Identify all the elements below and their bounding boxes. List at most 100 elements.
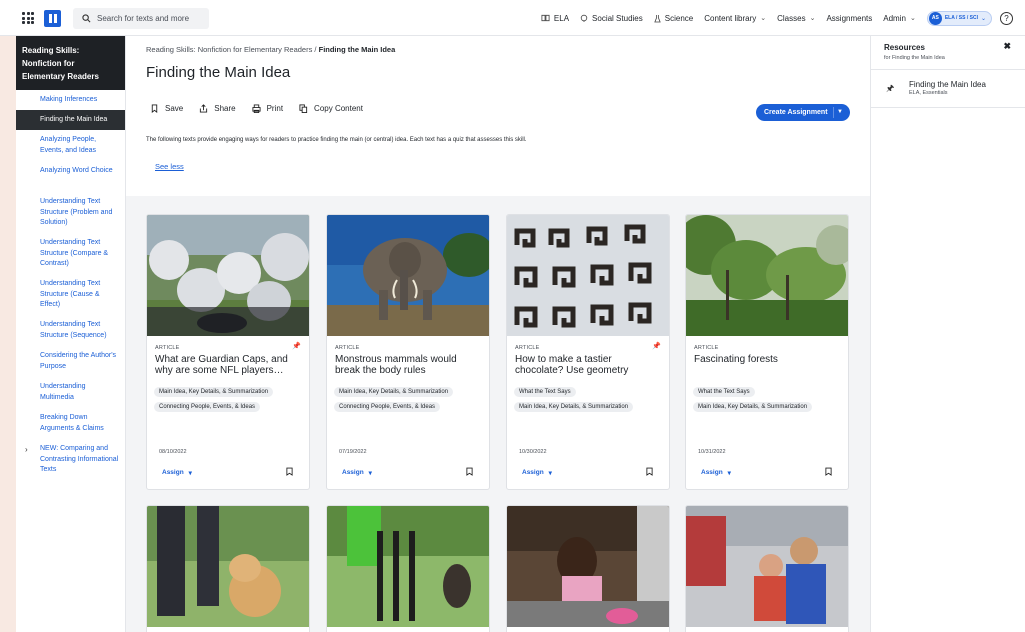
article-card[interactable]: ARTICLE Monstrous mammals would break th…: [326, 214, 490, 490]
sidebar-item[interactable]: Understanding Text Structure (Problem an…: [16, 192, 125, 233]
sidebar-item-label: Considering the Author's Purpose: [40, 352, 117, 370]
user-menu[interactable]: AS ELA / SS / SCI ⌄: [926, 10, 992, 26]
bookmark-icon[interactable]: [825, 467, 832, 476]
bookmark-icon[interactable]: [646, 467, 653, 476]
card-title[interactable]: Fascinating forests: [694, 354, 840, 366]
bookmark-icon[interactable]: [466, 467, 473, 476]
search-icon: [82, 14, 91, 23]
sidebar-item-label: Understanding Text Structure (Sequence): [40, 321, 107, 339]
cards-grid: ARTICLE 📌 What are Guardian Caps, and wh…: [126, 196, 870, 632]
nav-ela-label: ELA: [553, 13, 570, 23]
article-card[interactable]: [146, 505, 310, 632]
card-type: ARTICLE: [155, 345, 180, 351]
card-date: 10/30/2022: [519, 449, 547, 455]
pin-icon[interactable]: 📌: [652, 342, 661, 350]
article-card[interactable]: [685, 505, 849, 632]
close-icon[interactable]: ✖: [1003, 41, 1011, 52]
sidebar-item-label: Understanding Multimedia: [40, 383, 86, 401]
caret-down-icon[interactable]: ▼: [837, 109, 843, 115]
description: The following texts provide engaging way…: [146, 137, 527, 143]
resource-item[interactable]: 🖈 Finding the Main Idea ELA, Essentials: [871, 70, 1025, 108]
card-title[interactable]: What are Guardian Caps, and why are some…: [155, 354, 301, 376]
nav-science[interactable]: Science: [654, 14, 693, 23]
sidebar-item-label: NEW: Comparing and Contrasting Informati…: [40, 445, 119, 473]
skill-tag: Main Idea, Key Details, & Summarization: [154, 387, 274, 397]
sidebar: Reading Skills: Nonfiction for Elementar…: [16, 36, 126, 632]
pin-icon[interactable]: 📌: [292, 342, 301, 350]
article-card[interactable]: [506, 505, 670, 632]
nav-admin[interactable]: Admin ⌄: [883, 14, 916, 23]
print-button[interactable]: Print: [252, 104, 283, 113]
assign-button[interactable]: Assign ▾: [701, 469, 731, 477]
sidebar-item-label: Making Inferences: [40, 96, 98, 103]
header-section: Reading Skills: Nonfiction for Elementar…: [126, 36, 870, 196]
flask-icon: [654, 14, 661, 22]
card-title[interactable]: How to make a tastier chocolate? Use geo…: [515, 354, 661, 376]
nav-classes[interactable]: Classes ⌄: [777, 14, 815, 23]
card-date: 08/10/2022: [159, 449, 187, 455]
share-label: Share: [214, 104, 236, 113]
search-box[interactable]: [73, 8, 209, 29]
search-input[interactable]: [97, 14, 207, 23]
breadcrumb-parent[interactable]: Reading Skills: Nonfiction for Elementar…: [146, 45, 312, 54]
article-card[interactable]: ARTICLE 📌 What are Guardian Caps, and wh…: [146, 214, 310, 490]
sidebar-item[interactable]: Understanding Multimedia: [16, 377, 125, 408]
nav-content-library[interactable]: Content library ⌄: [704, 14, 766, 23]
globe-icon: [580, 14, 588, 22]
print-label: Print: [266, 104, 284, 113]
resources-title: Resources: [884, 43, 925, 52]
sidebar-item[interactable]: Analyzing People, Events, and Ideas: [16, 130, 125, 161]
help-icon[interactable]: ?: [1000, 11, 1013, 25]
share-button[interactable]: Share: [199, 104, 236, 113]
book-icon: [541, 14, 550, 22]
skill-tag: Main Idea, Key Details, & Summarization: [693, 402, 813, 412]
sidebar-item[interactable]: Breaking Down Arguments & Claims: [16, 408, 125, 439]
page-title: Finding the Main Idea: [146, 64, 291, 81]
bookmark-icon[interactable]: [286, 467, 293, 476]
save-button[interactable]: Save: [150, 104, 183, 113]
sidebar-item[interactable]: NEW: Comparing and Contrasting Informati…: [16, 439, 125, 480]
skill-tag: Main Idea, Key Details, & Summarization: [334, 387, 454, 397]
nav-social-studies[interactable]: Social Studies: [580, 14, 643, 23]
nav-content-library-label: Content library: [704, 13, 757, 23]
sidebar-item[interactable]: Making Inferences: [16, 90, 125, 110]
assign-button[interactable]: Assign ▾: [522, 469, 552, 477]
caret-down-icon: ▾: [727, 470, 731, 477]
sidebar-item[interactable]: Understanding Text Structure (Sequence): [16, 315, 125, 346]
skill-tag: What the Text Says: [693, 387, 755, 397]
action-bar: Save Share Print Copy Content: [150, 104, 363, 113]
sidebar-item[interactable]: Analyzing Word Choice: [16, 161, 125, 192]
nav-social-studies-label: Social Studies: [592, 13, 643, 23]
sidebar-item[interactable]: Considering the Author's Purpose: [16, 346, 125, 377]
article-card[interactable]: ARTICLE 📌 How to make a tastier chocolat…: [506, 214, 670, 490]
sidebar-item[interactable]: Understanding Text Structure (Compare & …: [16, 233, 125, 274]
sidebar-item[interactable]: Finding the Main Idea: [16, 110, 125, 130]
forest-image: [686, 215, 848, 336]
see-less-link[interactable]: See less: [155, 162, 184, 171]
assign-button[interactable]: Assign ▾: [342, 469, 372, 477]
save-label: Save: [165, 104, 184, 113]
card-type: ARTICLE: [515, 345, 540, 351]
sidebar-item[interactable]: Understanding Text Structure (Cause & Ef…: [16, 274, 125, 315]
printer-icon: [252, 104, 261, 113]
assign-label: Assign: [701, 469, 723, 476]
article-card[interactable]: ARTICLE Fascinating forests What the Tex…: [685, 214, 849, 490]
sidebar-item-label: Analyzing People, Events, and Ideas: [40, 136, 97, 154]
chevron-right-icon[interactable]: ›: [25, 445, 28, 456]
card-date: 07/19/2022: [339, 449, 367, 455]
nav-ela[interactable]: ELA: [541, 14, 569, 23]
sidebar-list: Making Inferences Finding the Main Idea An…: [16, 90, 125, 480]
card-title[interactable]: Monstrous mammals would break the body r…: [335, 354, 481, 376]
article-card[interactable]: [326, 505, 490, 632]
card-tags: Main Idea, Key Details, & Summarization …: [334, 387, 486, 412]
nav-assignments[interactable]: Assignments: [826, 14, 872, 23]
app-logo[interactable]: [44, 10, 61, 27]
assign-button[interactable]: Assign ▾: [162, 469, 192, 477]
chocolate-spirals-image: [507, 215, 669, 336]
create-assignment-button[interactable]: Create Assignment ▼: [756, 104, 850, 121]
sidebar-item-label: Finding the Main Idea: [40, 116, 108, 123]
elephant-image: [327, 215, 489, 336]
football-helmets-image: [147, 215, 309, 336]
copy-content-button[interactable]: Copy Content: [299, 104, 363, 113]
app-grid-icon[interactable]: [22, 12, 34, 24]
